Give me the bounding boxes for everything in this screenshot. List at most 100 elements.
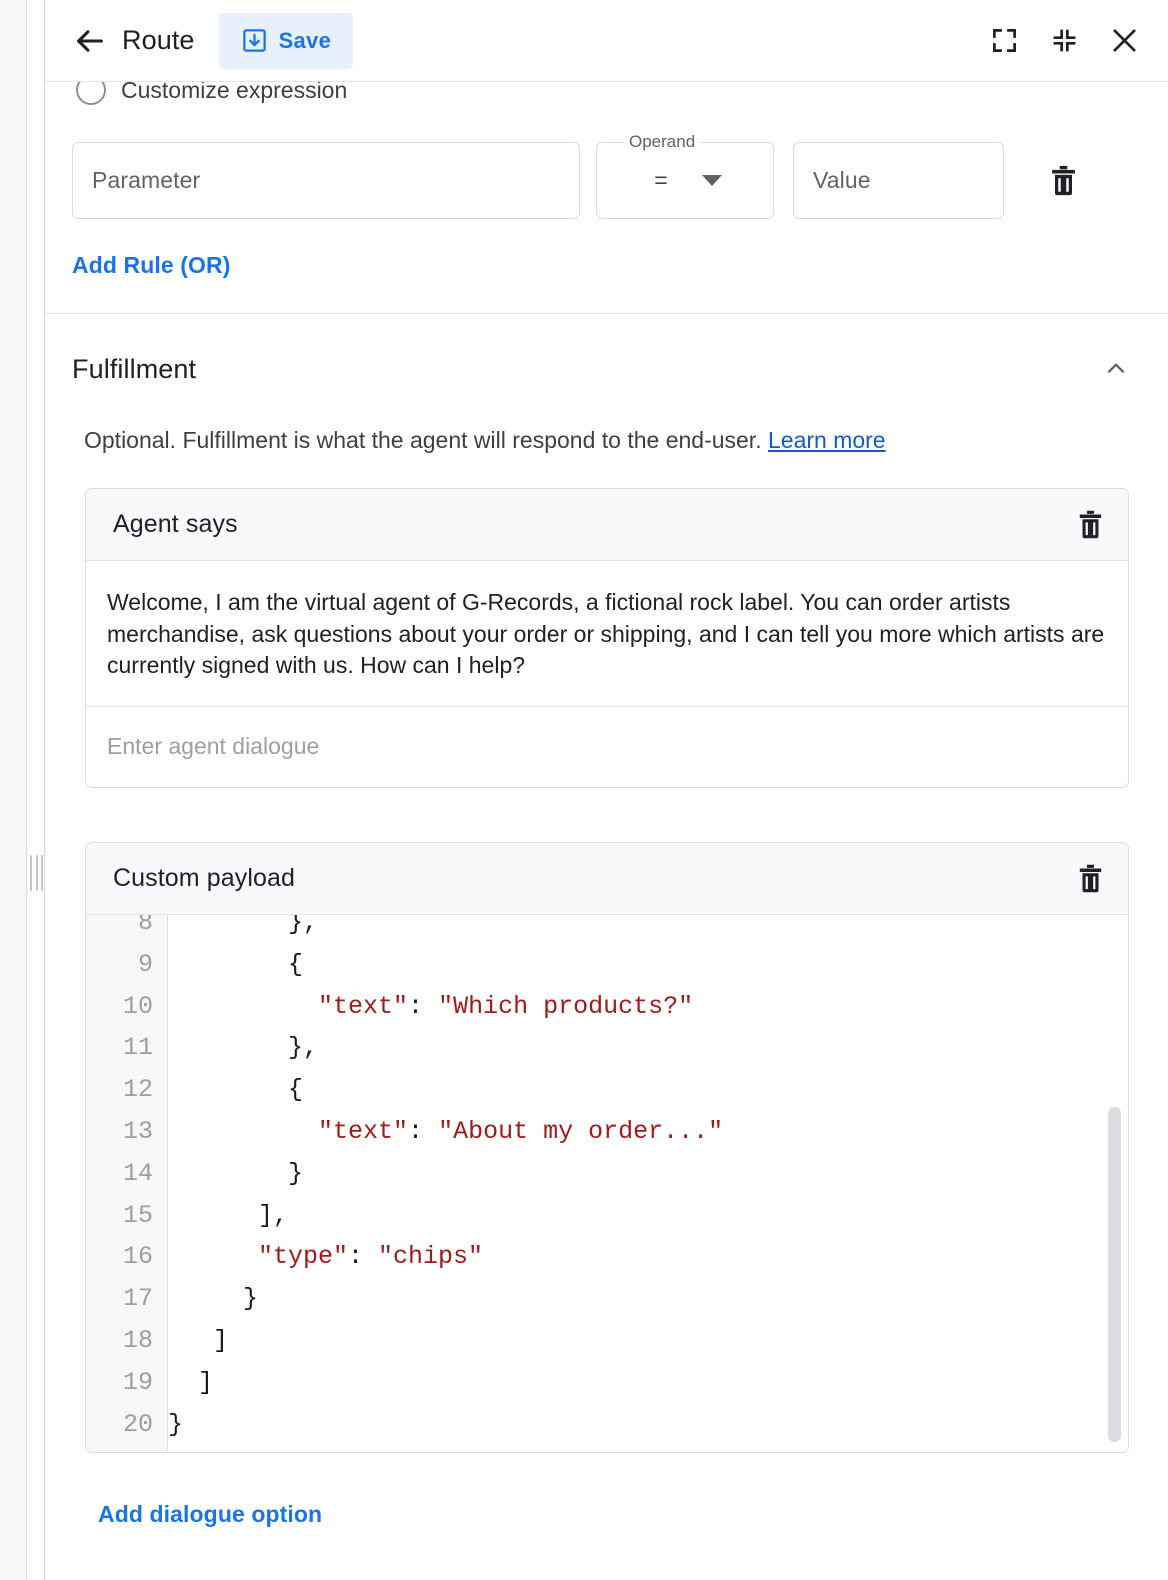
custom-payload-header: Custom payload: [86, 843, 1128, 915]
rule-row: Parameter Operand = Value: [72, 142, 1142, 219]
editor-line-number: 20: [86, 1410, 153, 1439]
editor-line-content: ]: [168, 1326, 228, 1355]
editor-vertical-scrollbar[interactable]: [1108, 1107, 1121, 1442]
code-plain-token: {: [168, 950, 303, 979]
parameter-placeholder: Parameter: [92, 167, 200, 194]
custom-payload-card: Custom payload: [85, 842, 1129, 1453]
trash-icon: [1076, 863, 1105, 894]
left-rail: [0, 0, 27, 1580]
code-plain-token: }: [168, 1410, 183, 1439]
trash-icon: [1076, 509, 1105, 540]
custom-payload-editor[interactable]: 8 },9 {10 "text": "Which products?"11 },…: [86, 915, 1128, 1452]
route-panel: Route Save: [46, 0, 1168, 1580]
save-button[interactable]: Save: [219, 13, 354, 69]
fullscreen-expand-icon: [991, 27, 1018, 54]
delete-rule-button[interactable]: [1038, 142, 1088, 219]
add-rule-button[interactable]: Add Rule (OR): [72, 252, 230, 279]
delete-custom-payload-button[interactable]: [1067, 855, 1113, 901]
value-input[interactable]: Value: [793, 142, 1004, 219]
code-plain-token: },: [168, 1033, 318, 1062]
close-button[interactable]: [1102, 19, 1146, 63]
editor-line-content: ]: [168, 1368, 213, 1397]
editor-code-area[interactable]: 8 },9 {10 "text": "Which products?"11 },…: [86, 915, 1128, 1445]
fullscreen-collapse-icon: [1051, 27, 1078, 54]
editor-line-number: 12: [86, 1075, 153, 1104]
editor-line-content: {: [168, 950, 303, 979]
editor-line-content: "type": "chips": [168, 1242, 483, 1271]
editor-line: 18 ]: [86, 1320, 1128, 1362]
editor-line: 10 "text": "Which products?": [86, 985, 1128, 1027]
save-icon: [241, 27, 268, 54]
route-editor-page: Route Save: [0, 0, 1168, 1580]
panel-resize-handle[interactable]: [30, 855, 43, 891]
agent-dialogue-input[interactable]: Enter agent dialogue: [86, 707, 1128, 787]
code-plain-token: }: [168, 1159, 303, 1188]
code-plain-token: :: [348, 1242, 378, 1271]
code-plain-token: {: [168, 1075, 303, 1104]
code-plain-token: },: [168, 915, 318, 937]
editor-line-content: "text": "About my order...": [168, 1117, 723, 1146]
agent-says-title: Agent says: [113, 510, 238, 539]
panel-header: Route Save: [46, 0, 1168, 82]
delete-agent-says-button[interactable]: [1067, 502, 1113, 548]
add-dialogue-option-wrap: Add dialogue option: [72, 1501, 1142, 1528]
editor-line-number: 16: [86, 1242, 153, 1271]
editor-line-content: },: [168, 1033, 318, 1062]
code-plain-token: ],: [168, 1201, 288, 1230]
editor-line: 20}: [86, 1403, 1128, 1445]
editor-line-content: "text": "Which products?": [168, 992, 693, 1021]
editor-line-content: },: [168, 915, 318, 937]
editor-line-number: 14: [86, 1159, 153, 1188]
page-title: Route: [122, 25, 195, 56]
editor-line: 11 },: [86, 1027, 1128, 1069]
chevron-down-icon: [702, 175, 722, 186]
chevron-up-icon: [1103, 356, 1129, 382]
learn-more-link[interactable]: Learn more: [768, 427, 886, 453]
fulfillment-collapse-button[interactable]: [1094, 347, 1138, 391]
operand-label: Operand: [624, 132, 700, 152]
customize-expression-label: Customize expression: [121, 82, 347, 104]
code-plain-token: [168, 992, 318, 1021]
fullscreen-expand-button[interactable]: [982, 19, 1026, 63]
agent-says-header: Agent says: [86, 489, 1128, 561]
code-string-token: "text": [318, 1117, 408, 1146]
code-string-token: "chips": [378, 1242, 483, 1271]
editor-line-content: {: [168, 1075, 303, 1104]
editor-line-number: 10: [86, 992, 153, 1021]
operand-value: =: [654, 167, 667, 194]
editor-line: 14 }: [86, 1152, 1128, 1194]
editor-line: 17 }: [86, 1278, 1128, 1320]
editor-line: 13 "text": "About my order...": [86, 1111, 1128, 1153]
code-plain-token: }: [168, 1284, 258, 1313]
editor-line: 9 {: [86, 943, 1128, 985]
editor-line-number: 19: [86, 1368, 153, 1397]
editor-line-number: 8: [86, 915, 153, 937]
close-icon: [1109, 25, 1140, 56]
editor-line: 19 ]: [86, 1361, 1128, 1403]
editor-line: 8 },: [86, 915, 1128, 944]
save-button-label: Save: [279, 28, 332, 54]
agent-says-message[interactable]: Welcome, I am the virtual agent of G-Rec…: [86, 561, 1128, 707]
add-dialogue-option-button[interactable]: Add dialogue option: [98, 1501, 322, 1528]
fulfillment-section: Fulfillment Optional. Fulfillment is wha…: [46, 314, 1168, 1528]
arrow-left-icon: [73, 24, 107, 58]
header-actions: [982, 19, 1146, 63]
code-plain-token: [168, 1242, 258, 1271]
editor-line-number: 15: [86, 1201, 153, 1230]
editor-line: 15 ],: [86, 1194, 1128, 1236]
fulfillment-header[interactable]: Fulfillment: [72, 314, 1142, 424]
parameter-input[interactable]: Parameter: [72, 142, 580, 219]
operand-select[interactable]: Operand =: [596, 142, 774, 219]
value-placeholder: Value: [813, 167, 871, 194]
editor-line-content: }: [168, 1159, 303, 1188]
code-plain-token: :: [408, 1117, 438, 1146]
code-string-token: "About my order...": [438, 1117, 723, 1146]
fullscreen-collapse-button[interactable]: [1042, 19, 1086, 63]
back-button[interactable]: [68, 19, 112, 63]
customize-expression-option[interactable]: Customize expression: [72, 82, 1142, 108]
editor-line: 16 "type": "chips": [86, 1236, 1128, 1278]
condition-rule-block: Customize expression Parameter Operand =…: [46, 82, 1168, 314]
editor-line-content: }: [168, 1284, 258, 1313]
fulfillment-description-text: Optional. Fulfillment is what the agent …: [84, 427, 768, 453]
code-string-token: "Which products?": [438, 992, 693, 1021]
